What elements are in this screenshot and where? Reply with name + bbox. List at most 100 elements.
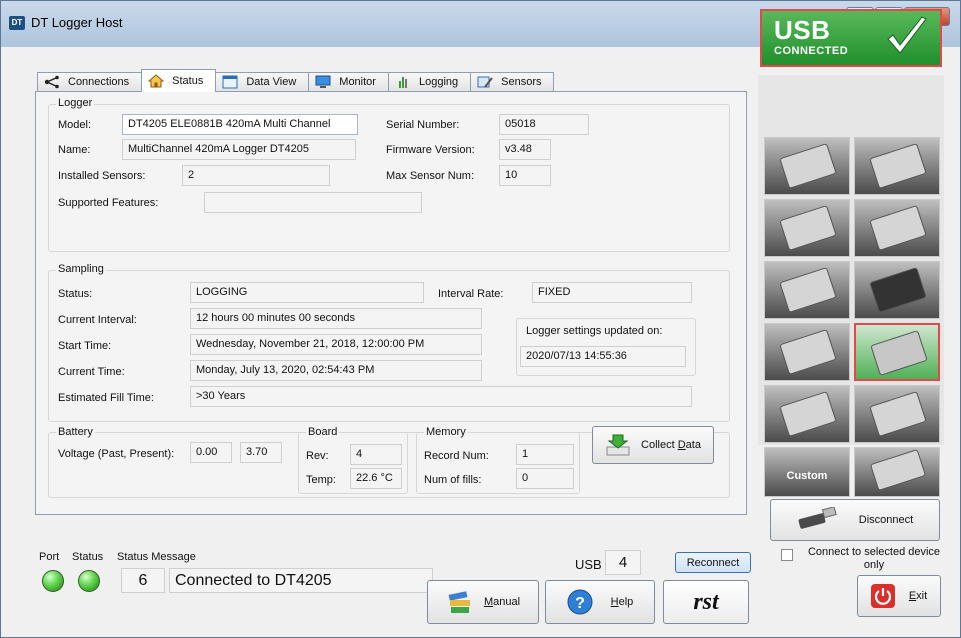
num-fills-label: Num of fills: <box>424 474 482 486</box>
device-tile-5[interactable] <box>764 261 850 319</box>
connection-status-led <box>78 570 100 592</box>
logger-device-icon <box>869 267 927 313</box>
voltage-past-field: 0.00 <box>190 442 232 463</box>
rst-logo-button[interactable]: rst <box>663 580 749 624</box>
tab-label: Sensors <box>501 76 542 88</box>
window-title: DT Logger Host <box>31 15 123 30</box>
device-tile-7[interactable] <box>764 323 850 381</box>
app-window: DT DT Logger Host — □ ✕ Connections Stat… <box>0 0 961 638</box>
model-label: Model: <box>58 119 92 131</box>
start-time-field: Wednesday, November 21, 2018, 12:00:00 P… <box>190 334 482 355</box>
tab-label: Connections <box>68 76 130 88</box>
tab-sensors[interactable]: Sensors <box>470 72 555 91</box>
device-tile-4[interactable] <box>854 199 940 257</box>
serial-number-label: Serial Number: <box>386 119 460 131</box>
device-tile-9[interactable] <box>764 385 850 443</box>
status-message-label: Status Message <box>117 551 196 563</box>
sampling-status-label: Status: <box>58 288 93 300</box>
tab-label: Status <box>172 75 204 87</box>
port-label: Port <box>39 551 60 563</box>
supported-features-field <box>204 192 422 213</box>
device-tile-3[interactable] <box>764 199 850 257</box>
sensors-icon <box>477 76 493 88</box>
device-tile-10[interactable] <box>854 385 940 443</box>
logger-device-icon <box>779 329 837 375</box>
connect-selected-label: Connect to selected device only <box>807 546 941 571</box>
record-num-field: 1 <box>516 444 574 465</box>
help-button[interactable]: ? Help <box>545 580 655 624</box>
power-icon <box>870 584 895 608</box>
help-icon: ? <box>567 589 593 615</box>
tab-connections[interactable]: Connections <box>37 72 143 91</box>
voltage-present-field: 3.70 <box>240 442 282 463</box>
help-label: Help <box>610 596 634 608</box>
logger-device-icon <box>869 143 927 189</box>
svg-text:?: ? <box>575 595 585 612</box>
usb-port-field: 4 <box>605 550 641 575</box>
battery-title: Battery <box>56 426 95 438</box>
current-interval-label: Current Interval: <box>58 314 137 326</box>
data-view-icon <box>222 75 238 89</box>
status-panel: Logger Model: DT4205 ELE0881B 420mA Mult… <box>35 91 747 515</box>
disconnect-button[interactable]: Disconnect <box>770 499 940 541</box>
port-status-led <box>42 570 64 592</box>
supported-features-label: Supported Features: <box>58 197 159 209</box>
logger-device-icon <box>779 391 837 437</box>
tab-label: Data View <box>246 76 297 88</box>
model-field: DT4205 ELE0881B 420mA Multi Channel <box>122 114 358 135</box>
logger-device-icon <box>869 448 927 492</box>
connect-selected-checkbox[interactable] <box>781 549 793 561</box>
firmware-label: Firmware Version: <box>386 144 475 156</box>
sampling-group-title: Sampling <box>56 263 106 275</box>
record-num-label: Record Num: <box>424 450 489 462</box>
voltage-label: Voltage (Past, Present): <box>58 448 175 460</box>
logger-device-icon <box>779 205 837 251</box>
tab-label: Logging <box>418 76 459 88</box>
manual-button[interactable]: Manual <box>427 580 539 624</box>
device-tile-custom[interactable]: Custom <box>764 447 850 497</box>
collect-data-icon <box>606 434 630 456</box>
logger-device-icon <box>779 267 837 313</box>
usb-connected-badge: USB CONNECTED <box>760 9 942 67</box>
settings-updated-field: 2020/07/13 14:55:36 <box>520 346 686 367</box>
settings-updated-label: Logger settings updated on: <box>526 325 663 337</box>
tab-label: Monitor <box>339 76 376 88</box>
logger-device-icon <box>869 205 927 251</box>
max-sensor-label: Max Sensor Num: <box>386 170 475 182</box>
collect-data-button[interactable]: Collect Data <box>592 426 714 464</box>
reconnect-button[interactable]: Reconnect <box>675 552 751 573</box>
device-tile-6[interactable] <box>854 261 940 319</box>
logger-device-icon <box>870 330 928 376</box>
max-sensor-field: 10 <box>499 165 551 186</box>
status-label: Status <box>72 551 104 563</box>
logger-group-title: Logger <box>56 97 95 109</box>
usb-label: USB <box>575 557 602 572</box>
status-number-field: 6 <box>121 568 165 593</box>
serial-number-field: 05018 <box>499 114 589 135</box>
tab-data-view[interactable]: Data View <box>215 72 310 91</box>
home-icon <box>148 74 165 88</box>
device-tile-1[interactable] <box>764 137 850 195</box>
sampling-status-field: LOGGING <box>190 282 424 303</box>
tab-monitor[interactable]: Monitor <box>308 72 389 91</box>
rev-label: Rev: <box>306 450 329 462</box>
installed-sensors-field: 2 <box>182 165 330 186</box>
tab-logging[interactable]: Logging <box>387 72 472 91</box>
usb-plug-icon <box>798 507 837 529</box>
firmware-field: v3.48 <box>499 139 551 160</box>
interval-rate-field: FIXED <box>532 282 692 303</box>
exit-button[interactable]: Exit <box>857 575 941 617</box>
books-icon <box>448 591 470 613</box>
current-time-field: Monday, July 13, 2020, 02:54:43 PM <box>190 360 482 381</box>
logging-icon <box>398 77 407 88</box>
usb-badge-subtitle: CONNECTED <box>774 45 849 57</box>
device-tile-dt4205-selected[interactable] <box>854 323 940 381</box>
temp-label: Temp: <box>306 474 336 486</box>
rev-field: 4 <box>350 444 402 465</box>
device-tile-12[interactable] <box>854 447 940 497</box>
tab-status[interactable]: Status <box>141 69 217 92</box>
custom-label: Custom <box>786 470 828 482</box>
board-title: Board <box>306 426 340 438</box>
device-tile-2[interactable] <box>854 137 940 195</box>
device-selector <box>758 75 944 445</box>
